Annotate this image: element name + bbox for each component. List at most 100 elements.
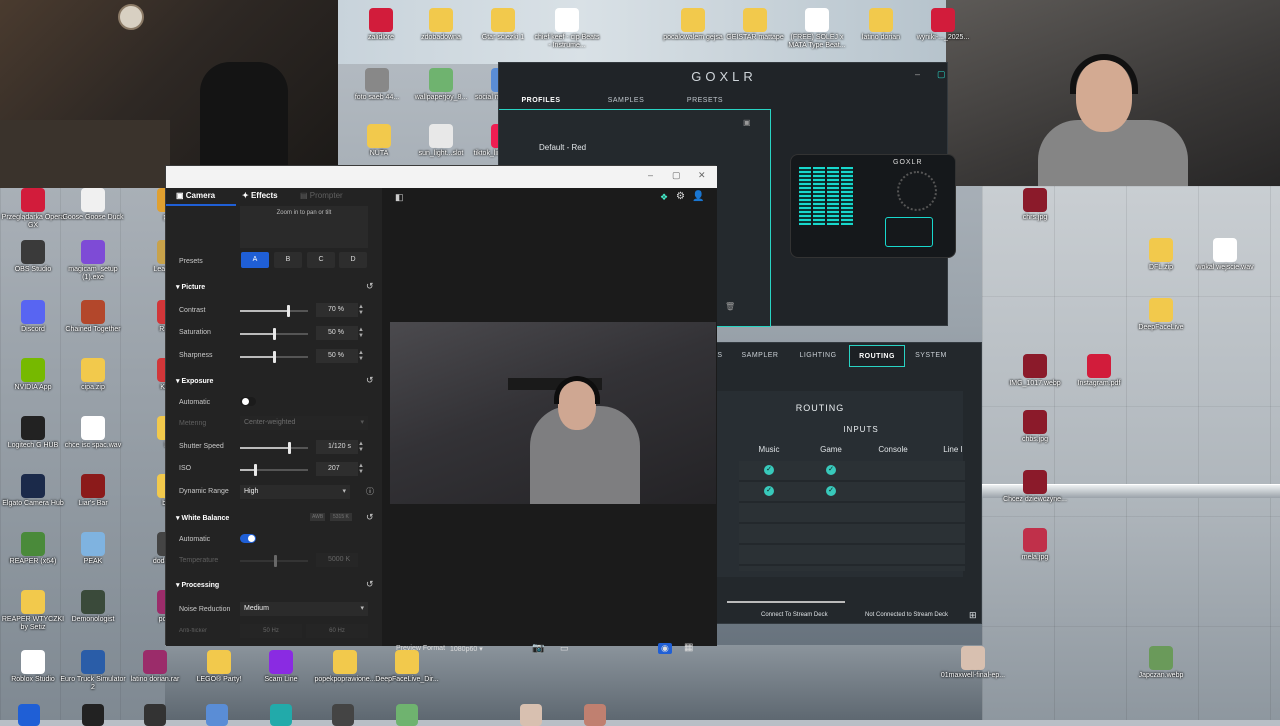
profile-item[interactable]: Default - Red: [539, 143, 586, 152]
desktop-icon[interactable]: DeepFaceLive: [1128, 298, 1194, 332]
desktop-icon[interactable]: popekpoprawione...: [312, 650, 378, 684]
picture-section-header[interactable]: ▾ Picture: [176, 283, 205, 291]
desktop-icon[interactable]: wallpaperjoy_8...: [408, 68, 474, 102]
info-icon[interactable]: ⓘ: [366, 486, 374, 497]
desktop-icon[interactable]: Chained Together: [60, 300, 126, 334]
desktop-icon[interactable]: Instagram.pdf: [1066, 354, 1132, 388]
desktop-icon[interactable]: magicam_setup (1).exe: [60, 240, 126, 282]
contrast-value[interactable]: 70 %: [316, 303, 358, 317]
desktop-icon[interactable]: chrs.jpg: [1002, 188, 1068, 222]
grid-icon[interactable]: ▦: [684, 642, 693, 653]
desktop-icon[interactable]: Goose Goose Duck: [60, 188, 126, 222]
tab-camera[interactable]: ▣ Camera: [176, 191, 215, 200]
wb-auto-toggle[interactable]: [240, 534, 256, 543]
temperature-value[interactable]: 5000 K: [316, 553, 358, 567]
flicker-50-button[interactable]: 50 Hz: [240, 624, 302, 638]
preset-a-button[interactable]: A: [241, 252, 269, 268]
desktop-icon[interactable]: Elgato Camera Hub: [0, 474, 66, 508]
desktop-icon[interactable]: Japczan.webp: [1128, 646, 1194, 680]
shutter-speed-slider[interactable]: [240, 442, 308, 454]
route-check[interactable]: ✓: [826, 486, 836, 496]
desktop-icon[interactable]: latino dorian.rar: [122, 650, 188, 684]
reset-icon[interactable]: ↺: [366, 512, 374, 523]
desktop-icon[interactable]: foto saeb 44...: [344, 68, 410, 102]
app-icon[interactable]: [520, 704, 542, 726]
desktop-icon[interactable]: chief keef - cip Beats - Instrume...: [534, 8, 600, 50]
route-check[interactable]: ✓: [826, 465, 836, 475]
effects-icon[interactable]: ❖: [660, 192, 668, 203]
snapshot-icon[interactable]: 📷: [532, 643, 544, 654]
preset-d-button[interactable]: D: [339, 252, 367, 268]
desktop-icon[interactable]: zalidlore: [348, 8, 414, 42]
sharpness-value[interactable]: 50 %: [316, 349, 358, 363]
stepper-icon[interactable]: ▲ ▼: [358, 350, 364, 362]
sharpness-slider[interactable]: [240, 351, 308, 363]
preset-b-button[interactable]: B: [274, 252, 302, 268]
app-icon[interactable]: [82, 704, 104, 726]
processing-section-header[interactable]: ▾ Processing: [176, 581, 219, 589]
desktop-icon[interactable]: GEISTAR mattape: [722, 8, 788, 42]
dynamic-range-dropdown[interactable]: High ▾: [240, 485, 350, 499]
desktop-icon[interactable]: PEAK: [60, 532, 126, 566]
route-check[interactable]: ✓: [764, 465, 774, 475]
desktop-icon[interactable]: zdobadowna: [408, 8, 474, 42]
stepper-icon[interactable]: ▲ ▼: [358, 441, 364, 453]
exposure-auto-toggle[interactable]: [240, 397, 256, 406]
close-button[interactable]: ✕: [698, 170, 706, 181]
folder-icon[interactable]: ▭: [560, 643, 569, 654]
desktop-icon[interactable]: wyniki-..._2025...: [910, 8, 976, 42]
desktop-icon[interactable]: OBS Studio: [0, 240, 66, 274]
desktop-icon[interactable]: Roblox Studio: [0, 650, 66, 684]
desktop-icon[interactable]: sun_light...slot: [408, 124, 474, 158]
desktop-icon[interactable]: Przeglądarka Opera GX: [0, 188, 66, 230]
desktop-icon[interactable]: chbs.jpg: [1002, 410, 1068, 444]
minimize-button[interactable]: –: [915, 69, 920, 79]
desktop-icon[interactable]: REAPER WTYCZKI by Setiz: [0, 590, 66, 632]
horizontal-scrollbar[interactable]: [727, 601, 845, 603]
iso-value[interactable]: 207: [316, 462, 358, 476]
white-balance-section-header[interactable]: ▾ White Balance: [176, 514, 229, 522]
tab-presets[interactable]: PRESETS: [669, 91, 741, 111]
desktop-icon[interactable]: Gtar sciezki 1: [470, 8, 536, 42]
desktop-icon[interactable]: DFL.zip: [1128, 238, 1194, 272]
stepper-icon[interactable]: ▲ ▼: [358, 463, 364, 475]
app-icon[interactable]: [18, 704, 40, 726]
preview-format-dropdown[interactable]: 1080p60 ▾: [450, 645, 483, 653]
exposure-section-header[interactable]: ▾ Exposure: [176, 377, 213, 385]
desktop-icon[interactable]: Demonologist: [60, 590, 126, 624]
flicker-60-button[interactable]: 60 Hz: [306, 624, 368, 638]
minimize-button[interactable]: –: [648, 170, 653, 180]
metering-dropdown[interactable]: Center-weighted ▾: [240, 416, 368, 430]
tab-routing[interactable]: ROUTING: [849, 345, 905, 367]
app-icon[interactable]: [270, 704, 292, 726]
shutter-speed-value[interactable]: 1/120 s: [316, 440, 358, 454]
trash-icon[interactable]: 🗑: [725, 302, 735, 311]
desktop-icon[interactable]: NUTA: [346, 124, 412, 158]
desktop-icon[interactable]: latino dorian: [848, 8, 914, 42]
preset-c-button[interactable]: C: [307, 252, 335, 268]
grid-icon[interactable]: ⊞: [969, 610, 977, 621]
desktop-icon[interactable]: mela.jpg: [1002, 528, 1068, 562]
tab-sampler[interactable]: SAMPLER: [733, 345, 787, 367]
app-icon[interactable]: [144, 704, 166, 726]
saturation-value[interactable]: 50 %: [316, 326, 358, 340]
reset-icon[interactable]: ↺: [366, 281, 374, 292]
app-icon[interactable]: [584, 704, 606, 726]
connect-streamdeck-link[interactable]: Connect To Stream Deck: [761, 612, 828, 618]
stepper-icon[interactable]: ▲ ▼: [358, 304, 364, 316]
iso-slider[interactable]: [240, 464, 308, 476]
temperature-slider[interactable]: [240, 555, 308, 567]
desktop-icon[interactable]: pocalowalem gejsa: [660, 8, 726, 42]
maximize-button[interactable]: ▢: [672, 170, 681, 181]
desktop-icon[interactable]: Liar's Bar: [60, 474, 126, 508]
desktop-icon[interactable]: LEGO® Party!: [186, 650, 252, 684]
noise-reduction-dropdown[interactable]: Medium ▾: [240, 602, 368, 616]
account-icon[interactable]: 👤: [692, 191, 704, 202]
saturation-slider[interactable]: [240, 328, 308, 340]
gear-icon[interactable]: ⚙: [676, 191, 685, 202]
desktop-icon[interactable]: Scam Line: [248, 650, 314, 684]
contrast-slider[interactable]: [240, 305, 308, 317]
desktop-icon[interactable]: IMG_1017.webp: [1002, 354, 1068, 388]
desktop-icon[interactable]: Logitech G HUB: [0, 416, 66, 450]
app-icon[interactable]: [332, 704, 354, 726]
